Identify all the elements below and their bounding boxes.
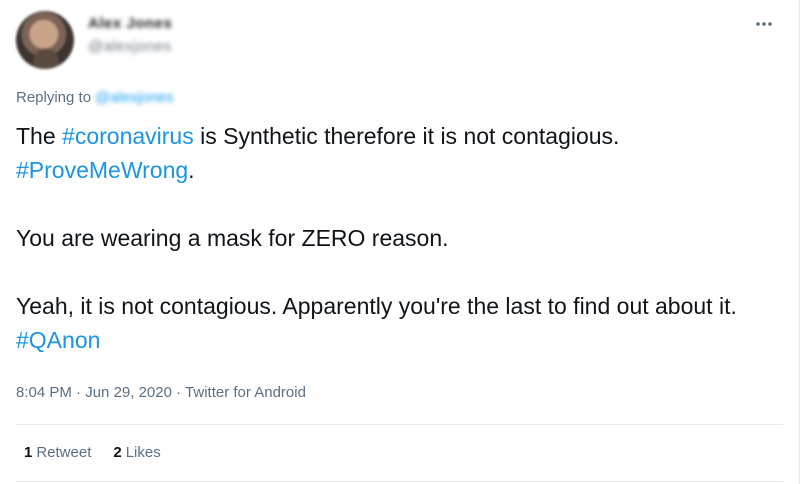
tweet-text-segment: Yeah, it is not contagious. Apparently y… (16, 293, 737, 319)
tweet-meta: 8:04 PM · Jun 29, 2020 · Twitter for And… (16, 384, 306, 401)
retweets-count: 1 (24, 444, 33, 461)
meta-separator: · (171, 384, 186, 401)
tweet-stats: 1 Retweet 2 Likes (24, 444, 161, 461)
tweet-date[interactable]: Jun 29, 2020 (85, 384, 172, 401)
meta-separator: · (71, 384, 86, 401)
tweet-text: The #coronavirus is Synthetic therefore … (16, 119, 776, 357)
replying-to: Replying to @alexjones (16, 89, 174, 106)
retweets-stat[interactable]: 1 Retweet (24, 444, 91, 461)
more-horizontal-icon (756, 22, 772, 26)
hashtag-coronavirus[interactable]: #coronavirus (62, 123, 194, 149)
tweet-line: Yeah, it is not contagious. Apparently y… (16, 289, 776, 357)
avatar[interactable] (16, 11, 74, 69)
tweet-line: The #coronavirus is Synthetic therefore … (16, 119, 776, 153)
likes-count: 2 (113, 444, 122, 461)
more-options-button[interactable] (751, 14, 777, 34)
tweet-time[interactable]: 8:04 PM (16, 384, 72, 401)
hashtag-qanon[interactable]: #QAnon (16, 327, 100, 353)
user-name[interactable]: Alex Jones (88, 15, 172, 32)
tweet-text-segment: The (16, 123, 63, 149)
retweets-label: Retweet (36, 444, 92, 461)
tweet-text-segment: . (188, 157, 195, 183)
likes-stat[interactable]: 2 Likes (113, 444, 160, 461)
hashtag-provemewrong[interactable]: #ProveMeWrong (16, 157, 188, 183)
divider (16, 424, 783, 425)
user-handle[interactable]: @alexjones (88, 38, 172, 55)
tweet-card: Alex Jones @alexjones Replying to @alexjo… (0, 0, 800, 484)
tweet-source[interactable]: Twitter for Android (185, 384, 306, 401)
replying-to-mention[interactable]: @alexjones (95, 89, 174, 106)
replying-to-label: Replying to (16, 89, 92, 106)
divider (16, 481, 783, 482)
tweet-text-segment: is Synthetic therefore it is not contagi… (193, 123, 620, 149)
tweet-line: #ProveMeWrong. (16, 153, 776, 187)
tweet-line: You are wearing a mask for ZERO reason. (16, 225, 449, 251)
likes-label: Likes (125, 444, 161, 461)
